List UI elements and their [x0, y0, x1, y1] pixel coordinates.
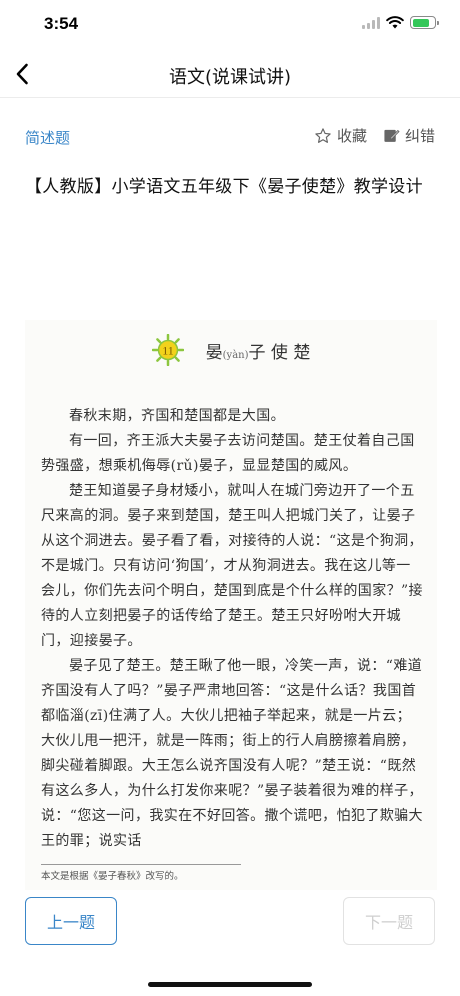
- lesson-paragraph: 有一回，齐王派大夫晏子去访问楚国。楚王仗着自己国势强盛，想乘机侮辱(rǔ)晏子，…: [41, 433, 415, 474]
- question-type-label: 简述题: [25, 129, 71, 147]
- lesson-number-badge: 11: [151, 334, 184, 366]
- lesson-heading-pre: 晏: [205, 342, 223, 363]
- next-question-button[interactable]: 下一题: [343, 897, 435, 945]
- battery-icon: [410, 16, 439, 29]
- report-error-label: 纠错: [404, 127, 435, 145]
- lesson-textbook-image: 11 晏(yàn)子 使 楚 春秋末期，齐国和楚国都是大国。 有一回，齐王派大夫…: [25, 320, 437, 890]
- lesson-number-text: 11: [162, 344, 174, 358]
- report-error-button[interactable]: 纠错: [383, 125, 435, 146]
- lesson-paragraph: 楚王知道晏子身材矮小，就叫人在城门旁边开了一个五尺来高的洞。晏子来到楚国，楚王叫…: [41, 483, 423, 649]
- status-icons: [362, 16, 439, 29]
- lesson-paragraph: 春秋末期，齐国和楚国都是大国。: [69, 408, 285, 424]
- edit-icon: [384, 129, 400, 142]
- star-icon: [315, 127, 331, 143]
- lesson-paragraph: 晏子见了楚王。楚王瞅了他一眼，冷笑一声，说：“难道齐国没有人了吗？”晏子严肃地回…: [41, 658, 423, 849]
- lesson-footnote: 本文是根据《晏子春秋》改写的。: [41, 864, 241, 882]
- nav-bar: 语文(说课试讲): [0, 50, 460, 98]
- question-actions: 收藏 纠错: [314, 125, 435, 146]
- lesson-heading-pinyin: (yàn): [222, 349, 249, 361]
- status-time: 3:54: [44, 14, 79, 33]
- favorite-label: 收藏: [336, 127, 367, 145]
- lesson-heading-row: 11 晏(yàn)子 使 楚: [25, 334, 437, 366]
- lesson-body: 春秋末期，齐国和楚国都是大国。 有一回，齐王派大夫晏子去访问楚国。楚王仗着自己国…: [41, 404, 423, 854]
- cellular-signal-icon: [362, 16, 380, 29]
- previous-question-button[interactable]: 上一题: [25, 897, 117, 945]
- status-bar: 3:54: [0, 0, 460, 50]
- home-indicator: [148, 982, 312, 987]
- question-title: 【人教版】小学语文五年级下《晏子使楚》教学设计: [25, 177, 423, 197]
- question-header: 简述题 收藏 纠错: [25, 124, 435, 150]
- lesson-heading-post: 子 使 楚: [248, 342, 311, 363]
- lesson-heading: 晏(yàn)子 使 楚: [206, 338, 311, 363]
- favorite-button[interactable]: 收藏: [314, 125, 367, 146]
- wifi-icon: [386, 16, 404, 29]
- page-title: 语文(说课试讲): [168, 67, 292, 88]
